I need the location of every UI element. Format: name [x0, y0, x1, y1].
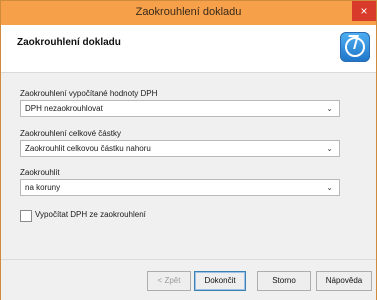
page-title: Zaokrouhlení dokladu	[17, 37, 121, 48]
cancel-button[interactable]: Storno	[257, 271, 311, 291]
vat-rounding-select[interactable]: DPH nezaokrouhlovat ⌄	[20, 100, 340, 117]
total-rounding-select[interactable]: Zaokrouhlit celkovou částku nahoru ⌄	[20, 140, 340, 157]
title-bar: Zaokrouhlení dokladu ×	[1, 1, 376, 25]
total-rounding-value: Zaokrouhlit celkovou částku nahoru	[25, 144, 151, 153]
close-button[interactable]: ×	[352, 1, 376, 21]
round-to-label: Zaokrouhlit	[20, 168, 60, 177]
logo-icon	[340, 32, 370, 62]
round-to-value: na koruny	[25, 183, 61, 192]
window-title: Zaokrouhlení dokladu	[135, 6, 242, 18]
wizard-header: Zaokrouhlení dokladu	[1, 25, 376, 73]
vat-rounding-value: DPH nezaokrouhlovat	[25, 104, 103, 113]
calc-vat-label: Vypočítat DPH ze zaokrouhlení	[35, 210, 146, 219]
finish-button[interactable]: Dokončit	[194, 271, 246, 291]
dialog-window: Zaokrouhlení dokladu × Zaokrouhlení dokl…	[0, 0, 377, 300]
calc-vat-checkbox[interactable]	[20, 210, 32, 222]
round-to-select[interactable]: na koruny ⌄	[20, 179, 340, 196]
total-rounding-label: Zaokrouhlení celkové částky	[20, 129, 121, 138]
chevron-down-icon: ⌄	[326, 183, 333, 192]
vat-rounding-label: Zaokrouhlení vypočítané hodnoty DPH	[20, 89, 158, 98]
chevron-down-icon: ⌄	[326, 144, 333, 153]
back-button[interactable]: < Zpět	[147, 271, 191, 291]
help-button[interactable]: Nápověda	[316, 271, 372, 291]
chevron-down-icon: ⌄	[326, 104, 333, 113]
